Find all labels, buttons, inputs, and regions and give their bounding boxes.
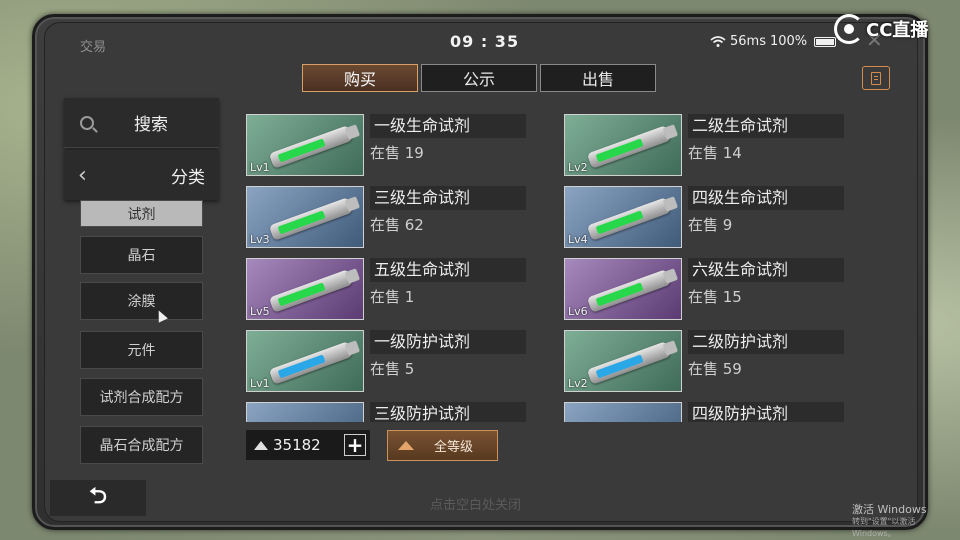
close-hint: 点击空白处关闭 (430, 498, 522, 513)
item-card[interactable]: Lv1 一级防护试剂 在售 5 (246, 330, 528, 394)
item-stock: 在售 5 (370, 360, 415, 378)
reagent-vial-icon (268, 341, 354, 385)
item-card[interactable]: Lv3 三级生命试剂 在售 62 (246, 186, 528, 250)
item-stock: 在售 15 (688, 288, 742, 306)
add-currency-button[interactable]: + (344, 434, 366, 456)
records-icon[interactable] (862, 66, 890, 90)
back-arrow-icon: ⮌ (89, 484, 107, 509)
chevron-left-icon: ‹ (78, 162, 87, 188)
category-item-crystal-recipe[interactable]: 晶石合成配方 (80, 426, 203, 464)
network-status: 56ms 100% (710, 34, 837, 49)
item-level: Lv2 (568, 161, 588, 174)
item-stock: 在售 19 (370, 144, 424, 162)
ore-icon (254, 440, 268, 450)
search-icon (80, 115, 94, 130)
reagent-vial-icon (586, 125, 672, 169)
window-title: 交易 (80, 40, 107, 55)
item-level: Lv1 (250, 161, 270, 174)
item-grid: Lv1 一级生命试剂 在售 19 Lv2 二级生命试剂 在售 14 Lv3 三级… (246, 114, 852, 422)
category-item-reagent[interactable]: 试剂 (80, 200, 203, 227)
watermark-line2: 转到"设置"以激活 Windows。 (852, 517, 916, 538)
category-item-component[interactable]: 元件 (80, 331, 203, 369)
item-stock: 在售 14 (688, 144, 742, 162)
item-card[interactable]: Lv1 一级生命试剂 在售 19 (246, 114, 528, 178)
item-name: 一级防护试剂 (370, 330, 526, 354)
item-card[interactable]: Lv4 四级生命试剂 在售 9 (564, 186, 846, 250)
back-button[interactable]: ⮌ (50, 480, 146, 516)
reagent-vial-icon (586, 341, 672, 385)
item-card[interactable]: 四级防护试剂 (564, 402, 846, 422)
reagent-vial-icon (268, 197, 354, 241)
item-name: 六级生命试剂 (688, 258, 844, 282)
item-card[interactable]: Lv5 五级生命试剂 在售 1 (246, 258, 528, 322)
level-filter-label: 全等级 (434, 440, 474, 455)
item-thumbnail: Lv4 (564, 186, 682, 248)
item-name: 五级生命试剂 (370, 258, 526, 282)
battery-text: 100% (769, 34, 808, 49)
item-card[interactable]: Lv2 二级防护试剂 在售 59 (564, 330, 846, 394)
reagent-vial-icon (586, 269, 672, 313)
reagent-vial-icon (268, 269, 354, 313)
item-thumbnail: Lv3 (246, 186, 364, 248)
category-button[interactable]: ‹ 分类 (64, 150, 219, 200)
item-stock: 在售 62 (370, 216, 424, 234)
item-stock: 在售 9 (688, 216, 733, 234)
item-name: 三级生命试剂 (370, 186, 526, 210)
category-item-reagent-recipe[interactable]: 试剂合成配方 (80, 378, 203, 416)
item-level: Lv1 (250, 377, 270, 390)
item-thumbnail: Lv6 (564, 258, 682, 320)
tab-notice[interactable]: 公示 (421, 64, 537, 92)
tab-sell[interactable]: 出售 (540, 64, 656, 92)
item-stock: 在售 59 (688, 360, 742, 378)
item-thumbnail (564, 402, 682, 422)
stream-logo: CC直播 (834, 14, 928, 44)
item-card[interactable]: Lv6 六级生命试剂 在售 15 (564, 258, 846, 322)
item-thumbnail (246, 402, 364, 422)
item-name: 二级生命试剂 (688, 114, 844, 138)
tab-buy[interactable]: 购买 (302, 64, 418, 92)
stream-brand: CC直播 (866, 20, 929, 41)
item-name: 三级防护试剂 (370, 402, 526, 422)
clock: 09 : 35 (450, 32, 520, 51)
category-item-crystal[interactable]: 晶石 (80, 236, 203, 274)
item-level: Lv6 (568, 305, 588, 318)
item-level: Lv5 (250, 305, 270, 318)
item-thumbnail: Lv1 (246, 114, 364, 176)
ping-text: 56ms (730, 34, 766, 49)
item-card[interactable]: Lv2 二级生命试剂 在售 14 (564, 114, 846, 178)
item-name: 四级生命试剂 (688, 186, 844, 210)
item-stock: 在售 1 (370, 288, 415, 306)
item-level: Lv3 (250, 233, 270, 246)
windows-watermark: 激活 Windows 转到"设置"以激活 Windows。 (852, 504, 960, 540)
item-thumbnail: Lv2 (564, 114, 682, 176)
level-filter-button[interactable]: 全等级 (387, 430, 498, 461)
watermark-line1: 激活 Windows (852, 503, 927, 516)
category-item-coating[interactable]: 涂膜 (80, 282, 203, 320)
search-button[interactable]: 搜索 (64, 98, 219, 148)
currency-display: 35182 + (246, 430, 370, 460)
battery-icon (814, 36, 837, 47)
item-name: 二级防护试剂 (688, 330, 844, 354)
filter-triangle-icon (398, 441, 414, 450)
item-name: 一级生命试剂 (370, 114, 526, 138)
reagent-vial-icon (586, 197, 672, 241)
cc-logo-icon (834, 14, 864, 44)
trade-tabs: 购买 公示 出售 (302, 64, 656, 92)
reagent-vial-icon (268, 125, 354, 169)
item-level: Lv2 (568, 377, 588, 390)
currency-amount: 35182 (273, 436, 321, 454)
item-thumbnail: Lv2 (564, 330, 682, 392)
item-thumbnail: Lv5 (246, 258, 364, 320)
item-level: Lv4 (568, 233, 588, 246)
wifi-icon (710, 36, 726, 47)
item-thumbnail: Lv1 (246, 330, 364, 392)
item-card[interactable]: 三级防护试剂 (246, 402, 528, 422)
item-name: 四级防护试剂 (688, 402, 844, 422)
category-label: 分类 (171, 167, 205, 188)
search-label: 搜索 (134, 115, 168, 135)
